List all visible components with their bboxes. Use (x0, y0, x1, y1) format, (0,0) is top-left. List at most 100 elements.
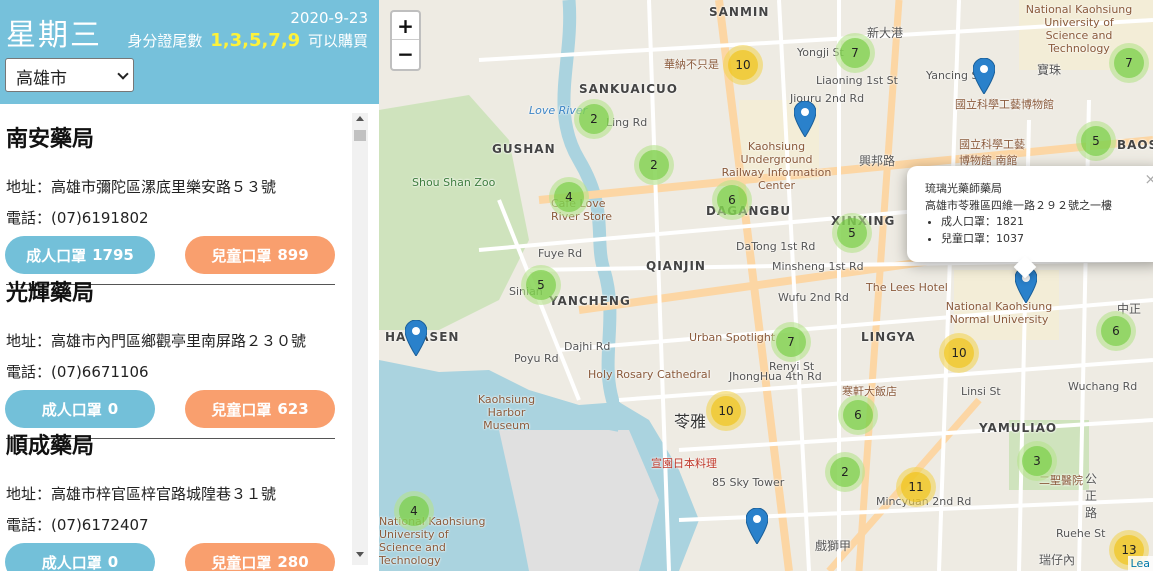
id-rule-prefix: 身分證尾數 (127, 32, 203, 50)
adult-mask-button[interactable]: 成人口罩 0 (5, 543, 155, 571)
map-label-shoushan-zoo: Shou Shan Zoo (412, 176, 496, 189)
popup-store-name: 琉璃光藥師藥局 (925, 182, 1002, 195)
river-mouth (600, 403, 623, 432)
child-mask-button[interactable]: 兒童口罩 899 (185, 236, 335, 274)
cluster-count: 6 (717, 185, 747, 215)
store-phone: 電話：(07)6191802 (6, 209, 149, 227)
adult-mask-button[interactable]: 成人口罩 1795 (5, 236, 155, 274)
marker-cluster[interactable]: 11 (896, 467, 936, 507)
zoom-control: + − (390, 10, 421, 71)
map-label-minsheng: Minsheng 1st Rd (772, 260, 864, 273)
cluster-count: 6 (843, 400, 873, 430)
cluster-count: 2 (830, 457, 860, 487)
scroll-down-arrow-icon[interactable] (356, 552, 364, 557)
map-pin-icon[interactable] (794, 101, 816, 137)
header: 星期三 2020-9-23 身分證尾數 1,3,5,7,9 可以購買 高雄市 (0, 0, 379, 104)
city-select[interactable]: 高雄市 (5, 58, 134, 92)
map-pin-icon[interactable] (973, 58, 995, 94)
scroll-up-arrow-icon[interactable] (356, 116, 364, 121)
adult-mask-count: 1795 (92, 246, 134, 264)
app: 星期三 2020-9-23 身分證尾數 1,3,5,7,9 可以購買 高雄市 南… (0, 0, 1153, 571)
marker-cluster[interactable]: 5 (1076, 121, 1116, 161)
map-label-liaoning: Liaoning 1st St (816, 74, 898, 87)
child-mask-count: 623 (277, 400, 309, 418)
close-icon[interactable]: × (1144, 170, 1153, 188)
marker-cluster[interactable]: 4 (394, 491, 434, 531)
chevron-down-icon (117, 68, 129, 80)
map-label-ruzi: 瑞仔內 (1039, 553, 1076, 567)
cluster-count: 7 (840, 38, 870, 68)
map-label-datong: DaTong 1st Rd (736, 240, 816, 253)
cluster-count: 7 (1114, 48, 1144, 78)
marker-cluster[interactable]: 7 (1109, 43, 1149, 83)
adult-mask-label: 成人口罩 (41, 400, 102, 419)
marker-cluster[interactable]: 10 (723, 45, 763, 85)
marker-cluster[interactable]: 2 (634, 145, 674, 185)
scroll-thumb[interactable] (354, 130, 366, 141)
child-mask-button[interactable]: 兒童口罩 280 (185, 543, 335, 571)
marker-cluster[interactable]: 10 (939, 333, 979, 373)
date-label: 2020-9-23 (290, 9, 368, 27)
popup-store-address: 高雄市苓雅區四維一路２９２號之一樓 (925, 199, 1112, 212)
store-phone: 電話：(07)6172407 (6, 516, 149, 534)
city-select-value: 高雄市 (16, 69, 67, 89)
map-attribution[interactable]: Lea (1127, 556, 1153, 571)
map-label-baozhu: 寶珠 (1037, 63, 1062, 77)
marker-cluster[interactable]: 5 (521, 265, 561, 305)
pharmacy-popup: × 琉璃光藥師藥局 高雄市苓雅區四維一路２９２號之一樓 成人口罩：1821 兒童… (907, 166, 1153, 279)
cluster-count: 7 (776, 327, 806, 357)
map-label-gongzheng: 公正路 (1085, 472, 1098, 520)
map-label-linsi: Linsi St (961, 385, 1001, 398)
marker-cluster[interactable]: 4 (549, 177, 589, 217)
id-rule-digits: 1,3,5,7,9 (210, 30, 301, 51)
map-label-nkust-bottom: National Kaohsiung University of Science… (379, 515, 486, 567)
store-address: 地址：高雄市梓官區梓官路城隍巷３１號 (6, 485, 277, 503)
map-label-poyu: Poyu Rd (514, 352, 559, 365)
popup-mask-list: 成人口罩：1821 兒童口罩：1037 (941, 213, 1024, 247)
marker-cluster[interactable]: 2 (825, 452, 865, 492)
map-label-sky-tower: 85 Sky Tower (712, 476, 785, 489)
map-label-fuye: Fuye Rd (538, 247, 583, 260)
child-mask-count: 899 (277, 246, 309, 264)
adult-mask-label: 成人口罩 (26, 246, 87, 265)
map-label-japanese: 宣園日本料理 (651, 457, 717, 470)
marker-cluster[interactable]: 2 (574, 99, 614, 139)
cluster-count: 10 (728, 50, 758, 80)
map[interactable]: SANMIN SANKUAICUO GUSHAN DAGANGBU QIANJI… (379, 0, 1153, 571)
map-pin-icon[interactable] (405, 320, 427, 356)
map-label-xingbang: 興邦路 (859, 154, 896, 168)
child-mask-button[interactable]: 兒童口罩 623 (185, 390, 335, 428)
marker-cluster[interactable]: 5 (832, 213, 872, 253)
marker-cluster[interactable]: 3 (1017, 441, 1057, 481)
map-label-baoshi: BAOS (1117, 138, 1153, 152)
store-name: 順成藥局 (6, 434, 95, 459)
map-label-xindawei: 新大港 (867, 26, 904, 40)
map-pin-icon[interactable] (746, 508, 768, 544)
map-label-lingya: LINGYA (861, 330, 916, 344)
marker-cluster[interactable]: 6 (838, 395, 878, 435)
weekday-title: 星期三 (6, 18, 102, 53)
store-phone: 電話：(07)6671106 (6, 363, 149, 381)
adult-mask-button[interactable]: 成人口罩 0 (5, 390, 155, 428)
cluster-count: 4 (554, 182, 584, 212)
map-label-harbor-museum: Kaohsiung Harbor Museum (477, 393, 536, 432)
adult-mask-count: 0 (107, 553, 119, 571)
marker-cluster[interactable]: 6 (712, 180, 752, 220)
marker-cluster[interactable]: 7 (771, 322, 811, 362)
child-mask-label: 兒童口罩 (211, 400, 272, 419)
adult-mask-label: 成人口罩 (41, 553, 102, 571)
cluster-count: 10 (711, 396, 741, 426)
marker-cluster[interactable]: 6 (1096, 311, 1136, 351)
marker-cluster[interactable]: 10 (706, 391, 746, 431)
map-label-holy-rosary: Holy Rosary Cathedral (588, 368, 711, 381)
map-label-urban-spotlight: Urban Spotlight (689, 331, 776, 344)
zoom-out-button[interactable]: − (392, 40, 419, 68)
scrollbar[interactable] (352, 113, 368, 565)
marker-cluster[interactable]: 7 (835, 33, 875, 73)
map-label-wufu: Wufu 2nd Rd (778, 291, 849, 304)
pharmacy-list[interactable]: 南安藥局 地址：高雄市彌陀區漯底里樂安路５３號 電話：(07)6191802 成… (0, 104, 350, 571)
map-label-yancheng: YANCHENG (549, 294, 631, 308)
cluster-count: 4 (399, 496, 429, 526)
child-mask-label: 兒童口罩 (211, 553, 272, 571)
zoom-in-button[interactable]: + (392, 12, 419, 40)
